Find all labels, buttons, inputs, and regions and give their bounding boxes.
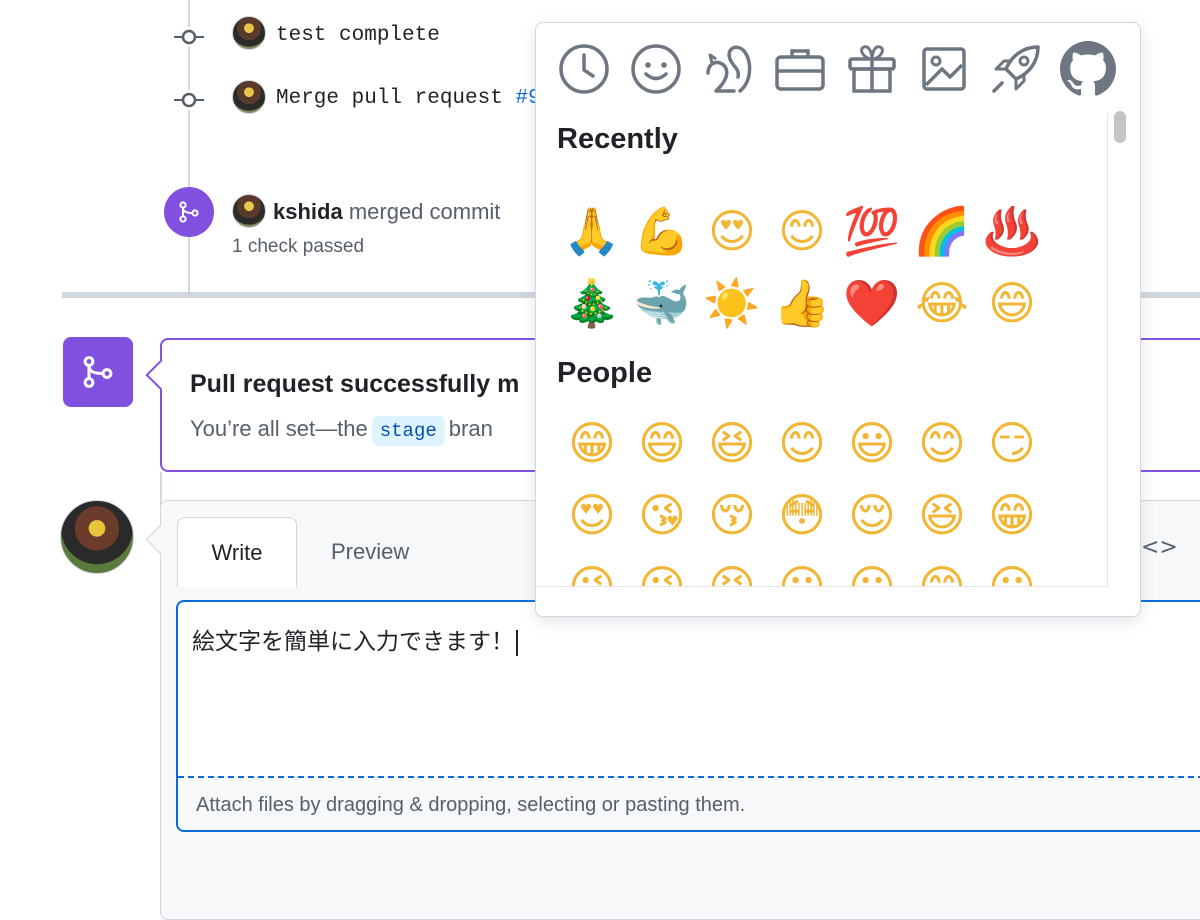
git-merge-icon xyxy=(179,201,199,223)
merger-username[interactable]: kshida xyxy=(273,199,343,224)
merged-desc-prefix: You’re all set—the xyxy=(190,416,368,441)
clock-icon[interactable] xyxy=(556,41,612,97)
merge-badge xyxy=(164,187,214,237)
emoji-button[interactable]: 😁 xyxy=(980,483,1044,547)
emoji-button[interactable]: 😚 xyxy=(700,483,764,547)
merged-description: You’re all set—the stage bran xyxy=(190,416,493,446)
git-merge-icon xyxy=(83,356,113,388)
commit-avatar[interactable] xyxy=(232,80,266,114)
emoji-button[interactable]: 😆 xyxy=(910,483,974,547)
commit-avatar[interactable] xyxy=(232,16,266,50)
commit-message-text: Merge pull request xyxy=(276,87,516,110)
briefcase-icon[interactable] xyxy=(772,41,828,97)
emoji-button[interactable]: 😗 xyxy=(840,555,904,586)
emoji-button[interactable]: 👍 xyxy=(770,271,834,335)
emoji-button[interactable]: 😙 xyxy=(910,555,974,586)
emoji-button[interactable]: 😊 xyxy=(910,411,974,475)
emoji-button[interactable]: 😂 xyxy=(910,271,974,335)
attach-files-bar[interactable]: Attach files by dragging & dropping, sel… xyxy=(178,776,1200,830)
text-caret xyxy=(516,629,518,656)
branch-name[interactable]: stage xyxy=(371,416,445,446)
emoji-button[interactable]: 😝 xyxy=(700,555,764,586)
merger-avatar[interactable] xyxy=(232,194,266,228)
emoji-button[interactable]: 🙏 xyxy=(560,199,624,263)
emoji-button[interactable]: 😉 xyxy=(560,555,624,586)
emoji-picker: Recently 🙏 💪 😍 😊 💯 🌈 ♨️ 🎄 🐳 ☀️ 👍 ❤️ 😂 😄 … xyxy=(535,22,1141,617)
merge-event-text: kshida merged commit xyxy=(273,199,500,225)
commit-message[interactable]: test complete xyxy=(276,24,440,47)
emoji-button[interactable]: 😏 xyxy=(980,411,1044,475)
emoji-button[interactable]: 😁 xyxy=(560,411,624,475)
comment-textarea[interactable]: 絵文字を簡単に入力できます！ Attach files by dragging … xyxy=(176,600,1200,832)
emoji-button[interactable]: ❤️ xyxy=(840,271,904,335)
commit-node-icon xyxy=(174,27,204,47)
emoji-button[interactable]: 💪 xyxy=(630,199,694,263)
section-title-people: People xyxy=(557,357,653,389)
emoji-button[interactable]: 😍 xyxy=(560,483,624,547)
smiley-icon[interactable] xyxy=(628,41,684,97)
emoji-button[interactable]: 😍 xyxy=(700,199,764,263)
emoji-button[interactable]: 😄 xyxy=(630,411,694,475)
emoji-button[interactable]: ♨️ xyxy=(980,199,1044,263)
section-title-recently: Recently xyxy=(557,123,678,155)
emoji-list[interactable]: Recently 🙏 💪 😍 😊 💯 🌈 ♨️ 🎄 🐳 ☀️ 👍 ❤️ 😂 😄 … xyxy=(536,113,1108,587)
emoji-scrollbar[interactable] xyxy=(1110,109,1130,609)
emoji-button[interactable]: 🎄 xyxy=(560,271,624,335)
rocket-icon[interactable] xyxy=(988,41,1044,97)
image-icon[interactable] xyxy=(916,41,972,97)
gift-icon[interactable] xyxy=(844,41,900,97)
emoji-button[interactable]: 😆 xyxy=(700,411,764,475)
emoji-button[interactable]: 😜 xyxy=(630,555,694,586)
emoji-button[interactable]: 😛 xyxy=(980,555,1044,586)
emoji-button[interactable]: 😌 xyxy=(840,483,904,547)
commit-node-icon xyxy=(174,90,204,110)
merged-title: Pull request successfully m xyxy=(190,370,520,398)
github-icon[interactable] xyxy=(1060,41,1116,97)
merged-desc-suffix: bran xyxy=(448,416,493,441)
emoji-button[interactable]: 😊 xyxy=(770,411,834,475)
tab-preview[interactable]: Preview xyxy=(331,539,409,565)
comment-text-value: 絵文字を簡単に入力できます！ xyxy=(192,629,514,655)
merge-action: merged commit xyxy=(348,199,501,224)
check-status[interactable]: 1 check passed xyxy=(232,236,364,258)
attach-hint: Attach files by dragging & dropping, sel… xyxy=(196,794,746,816)
emoji-button[interactable]: 😳 xyxy=(770,483,834,547)
emoji-button[interactable]: 🐳 xyxy=(630,271,694,335)
merged-status-icon xyxy=(63,337,133,407)
current-user-avatar[interactable] xyxy=(60,500,134,574)
scrollbar-thumb[interactable] xyxy=(1114,111,1126,143)
tab-write[interactable]: Write xyxy=(177,517,297,587)
emoji-button[interactable]: 😘 xyxy=(630,483,694,547)
emoji-button[interactable]: 😄 xyxy=(980,271,1044,335)
emoji-button[interactable]: 😀 xyxy=(770,555,834,586)
commit-message[interactable]: Merge pull request #9 xyxy=(276,87,541,110)
emoji-button[interactable]: 🌈 xyxy=(910,199,974,263)
squirrel-icon[interactable] xyxy=(700,41,756,97)
emoji-button[interactable]: 💯 xyxy=(840,199,904,263)
emoji-button[interactable]: 😃 xyxy=(840,411,904,475)
emoji-button[interactable]: 😊 xyxy=(770,199,834,263)
emoji-button[interactable]: ☀️ xyxy=(700,271,764,335)
comment-text[interactable]: 絵文字を簡単に入力できます！ xyxy=(192,622,518,656)
code-icon[interactable]: <> xyxy=(1141,535,1178,560)
